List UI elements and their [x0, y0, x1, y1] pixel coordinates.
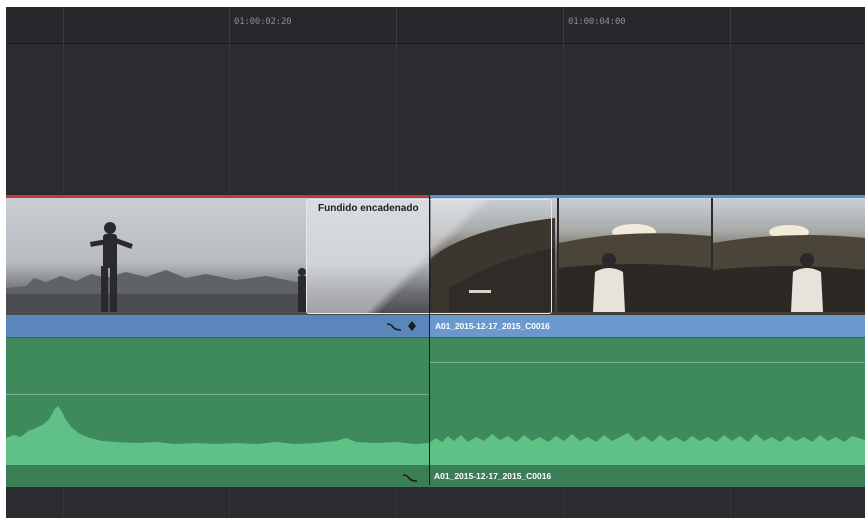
edit-point-line	[429, 195, 430, 485]
audio-clip-name: A01_2015-12-17_2015_C0016	[434, 471, 552, 481]
timecode-label: 01:00:04:00	[568, 17, 626, 27]
audio-name-bar: A01_2015-12-17_2015_C0016	[6, 465, 865, 488]
grid-line	[730, 487, 731, 518]
grid-line	[563, 43, 564, 195]
transition-label: Fundido encadenado	[318, 203, 419, 214]
ruler-tick	[396, 7, 397, 43]
curve-icon[interactable]	[402, 471, 418, 483]
grid-line	[63, 43, 64, 195]
grid-line	[730, 43, 731, 195]
timecode-label: 01:00:02:20	[234, 17, 292, 27]
empty-track-area	[6, 487, 865, 518]
curve-icon[interactable]	[386, 320, 402, 332]
grid-line	[229, 43, 230, 195]
audio-waveform	[6, 406, 865, 465]
grid-line	[396, 487, 397, 518]
timeline-panel[interactable]: 01:00:02:20 01:00:04:00 A01_2015-12-17_2…	[6, 7, 865, 518]
keyframe-diamond-icon[interactable]	[407, 320, 417, 332]
ruler-tick	[229, 7, 230, 43]
grid-line	[396, 43, 397, 195]
grid-line	[229, 487, 230, 518]
audio-track-a1[interactable]: A01_2015-12-17_2015_C0016	[6, 337, 865, 488]
grid-line	[63, 487, 64, 518]
ruler-tick	[730, 7, 731, 43]
clip-b-name: A01_2015-12-17_2015_C0016	[435, 321, 550, 331]
ruler-tick	[563, 7, 564, 43]
ruler-tick	[63, 7, 64, 43]
clip-b-name-bar: A01_2015-12-17_2015_C0016	[429, 315, 865, 337]
grid-line	[563, 487, 564, 518]
timeline-ruler[interactable]: 01:00:02:20 01:00:04:00	[6, 7, 865, 44]
clip-a-name-bar	[6, 315, 429, 337]
